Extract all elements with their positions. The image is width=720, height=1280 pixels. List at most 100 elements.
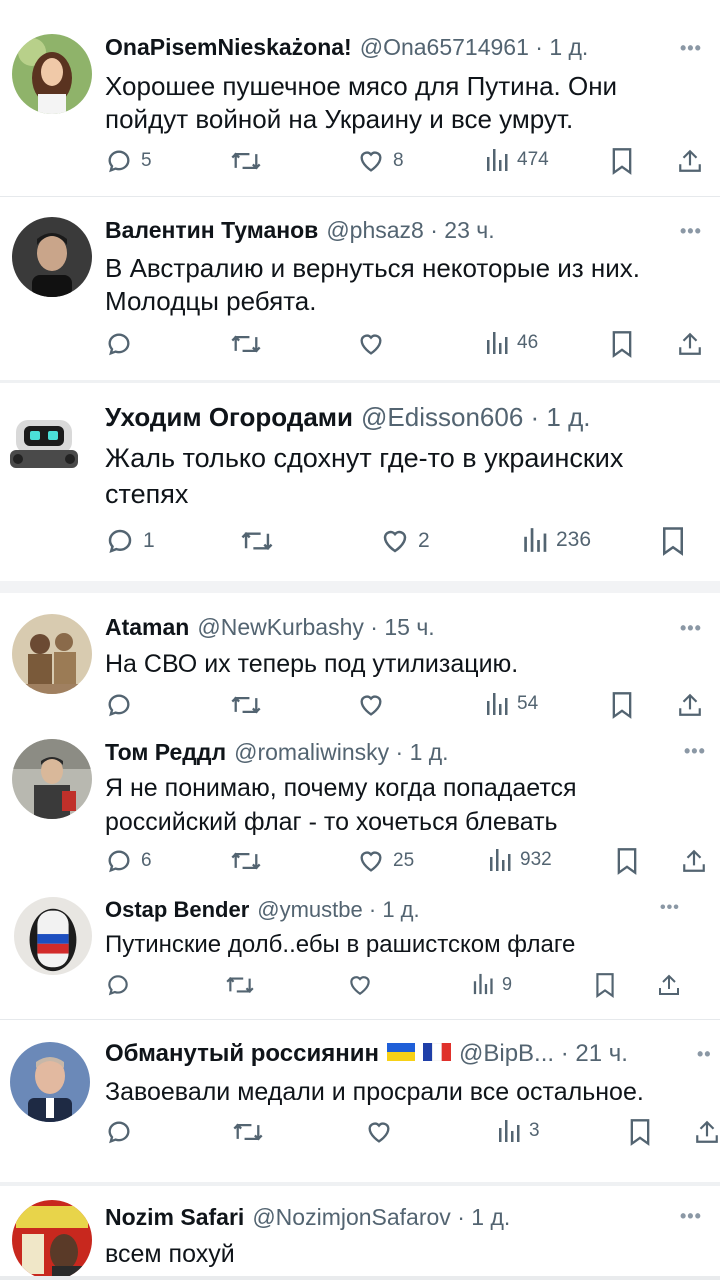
views-button[interactable]: 474 bbox=[485, 147, 549, 173]
tweet-time[interactable]: 15 ч. bbox=[384, 614, 434, 640]
retweet-button[interactable] bbox=[225, 972, 255, 998]
tweet-5[interactable]: Том Реддл @romaliwinsky · 1 д. ••• Я не … bbox=[0, 729, 720, 889]
author-name[interactable]: Том Реддл bbox=[105, 739, 226, 766]
retweet-button[interactable] bbox=[230, 847, 262, 875]
author-handle[interactable]: @Ona65714961 bbox=[360, 34, 529, 60]
tweet-1[interactable]: OnaPisemNieskażona! @Ona65714961 · 1 д. … bbox=[0, 0, 720, 196]
author-name[interactable]: Ostap Bender bbox=[105, 897, 249, 923]
tweet-3[interactable]: Уходим Огородами @Edisson606 · 1 д. Жаль… bbox=[0, 384, 720, 580]
bookmark-button[interactable] bbox=[610, 691, 634, 719]
avatar[interactable] bbox=[4, 400, 84, 480]
share-button[interactable] bbox=[677, 147, 703, 175]
tweet-time[interactable]: 1 д. bbox=[382, 897, 419, 922]
share-button[interactable] bbox=[694, 1118, 720, 1146]
views-button[interactable]: 3 bbox=[497, 1118, 540, 1144]
retweet-button[interactable] bbox=[230, 330, 262, 358]
author-handle[interactable]: @NewKurbashy bbox=[197, 614, 364, 640]
tweet-8[interactable]: Nozim Safari @NozimjonSafarov · 1 д. •••… bbox=[0, 1186, 720, 1280]
retweet-button[interactable] bbox=[240, 526, 274, 556]
like-icon bbox=[383, 530, 407, 553]
author-handle[interactable]: @NozimjonSafarov bbox=[252, 1204, 450, 1230]
share-button[interactable] bbox=[657, 972, 681, 998]
tweet-header: Валентин Туманов @phsaz8 · 23 ч. bbox=[105, 217, 495, 244]
reply-button[interactable] bbox=[105, 1118, 133, 1146]
bookmark-button[interactable] bbox=[610, 330, 634, 358]
like-button[interactable] bbox=[357, 691, 385, 719]
author-handle[interactable]: @romaliwinsky bbox=[234, 739, 389, 765]
reply-icon bbox=[108, 1121, 130, 1144]
tweet-time[interactable]: 1 д. bbox=[410, 739, 449, 765]
reply-button[interactable] bbox=[105, 972, 131, 998]
share-icon bbox=[679, 693, 701, 716]
like-button[interactable]: 8 bbox=[357, 147, 404, 175]
more-icon[interactable]: ••• bbox=[660, 899, 680, 917]
bookmark-button[interactable] bbox=[594, 972, 616, 998]
bookmark-icon bbox=[612, 692, 632, 719]
avatar[interactable] bbox=[14, 897, 92, 975]
retweet-button[interactable] bbox=[230, 691, 262, 719]
author-handle[interactable]: @phsaz8 bbox=[326, 217, 424, 243]
avatar[interactable] bbox=[12, 34, 92, 114]
tweet-time[interactable]: 1 д. bbox=[546, 402, 590, 432]
tweet-time[interactable]: 21 ч. bbox=[575, 1040, 628, 1067]
share-button[interactable] bbox=[677, 691, 703, 719]
author-name[interactable]: Валентин Туманов bbox=[105, 217, 318, 244]
more-icon[interactable]: ••• bbox=[684, 741, 706, 762]
retweet-button[interactable] bbox=[230, 147, 262, 175]
tweet-time[interactable]: 1 д. bbox=[549, 34, 588, 60]
tweet-6[interactable]: Ostap Bender @ymustbe · 1 д. ••• Путинск… bbox=[0, 889, 720, 1019]
avatar[interactable] bbox=[12, 614, 92, 694]
like-button[interactable]: 2 bbox=[380, 526, 430, 556]
like-button[interactable] bbox=[357, 330, 385, 358]
tweet-2[interactable]: Валентин Туманов @phsaz8 · 23 ч. ••• В А… bbox=[0, 197, 720, 380]
tweet-time[interactable]: 23 ч. bbox=[444, 217, 494, 243]
avatar[interactable] bbox=[12, 739, 92, 819]
author-name[interactable]: Ataman bbox=[105, 614, 189, 641]
more-icon[interactable]: •• bbox=[697, 1044, 712, 1065]
author-name[interactable]: Обманутый россиянин bbox=[105, 1040, 379, 1068]
share-button[interactable] bbox=[677, 330, 703, 358]
more-icon[interactable]: ••• bbox=[680, 1206, 702, 1227]
author-name[interactable]: OnaPisemNieskażona! bbox=[105, 34, 352, 61]
views-icon bbox=[524, 528, 547, 552]
retweet-button[interactable] bbox=[232, 1118, 264, 1146]
reply-button[interactable]: 5 bbox=[105, 147, 152, 175]
reply-button[interactable]: 6 bbox=[105, 847, 152, 875]
bookmark-button[interactable] bbox=[615, 847, 639, 875]
tweet-4[interactable]: Ataman @NewKurbashy · 15 ч. ••• На СВО и… bbox=[0, 594, 720, 729]
author-name[interactable]: Уходим Огородами bbox=[105, 402, 353, 433]
views-button[interactable]: 236 bbox=[522, 526, 591, 554]
bookmark-button[interactable] bbox=[628, 1118, 652, 1146]
views-button[interactable]: 46 bbox=[485, 330, 538, 356]
more-icon[interactable]: ••• bbox=[680, 618, 702, 639]
like-button[interactable] bbox=[347, 972, 373, 998]
author-handle[interactable]: @Edisson606 bbox=[361, 402, 523, 432]
share-button[interactable] bbox=[681, 847, 707, 875]
tweet-header: Том Реддл @romaliwinsky · 1 д. bbox=[105, 739, 449, 766]
bookmark-icon bbox=[630, 1119, 650, 1146]
reply-icon bbox=[108, 150, 130, 173]
views-button[interactable]: 54 bbox=[485, 691, 538, 717]
avatar[interactable] bbox=[12, 217, 92, 297]
tweet-header: Nozim Safari @NozimjonSafarov · 1 д. bbox=[105, 1204, 511, 1231]
reply-button[interactable] bbox=[105, 330, 133, 358]
avatar[interactable] bbox=[10, 1042, 90, 1122]
views-button[interactable]: 9 bbox=[472, 972, 512, 996]
bookmark-icon bbox=[596, 973, 614, 998]
more-icon[interactable]: ••• bbox=[680, 221, 702, 242]
reply-button[interactable] bbox=[105, 691, 133, 719]
bookmark-button[interactable] bbox=[660, 526, 686, 556]
more-icon[interactable]: ••• bbox=[680, 38, 702, 59]
tweet-time[interactable]: 1 д. bbox=[471, 1204, 510, 1230]
author-handle[interactable]: @ymustbe bbox=[257, 897, 362, 922]
author-name[interactable]: Nozim Safari bbox=[105, 1204, 244, 1231]
views-button[interactable]: 932 bbox=[488, 847, 552, 873]
divider bbox=[0, 581, 720, 593]
avatar[interactable] bbox=[12, 1200, 92, 1280]
like-button[interactable] bbox=[365, 1118, 393, 1146]
author-handle[interactable]: @BipB... bbox=[459, 1040, 554, 1067]
bookmark-button[interactable] bbox=[610, 147, 634, 175]
like-button[interactable]: 25 bbox=[357, 847, 414, 875]
tweet-7[interactable]: Обманутый россиянин @BipB... · 21 ч. •• … bbox=[0, 1020, 720, 1182]
reply-button[interactable]: 1 bbox=[105, 526, 155, 556]
